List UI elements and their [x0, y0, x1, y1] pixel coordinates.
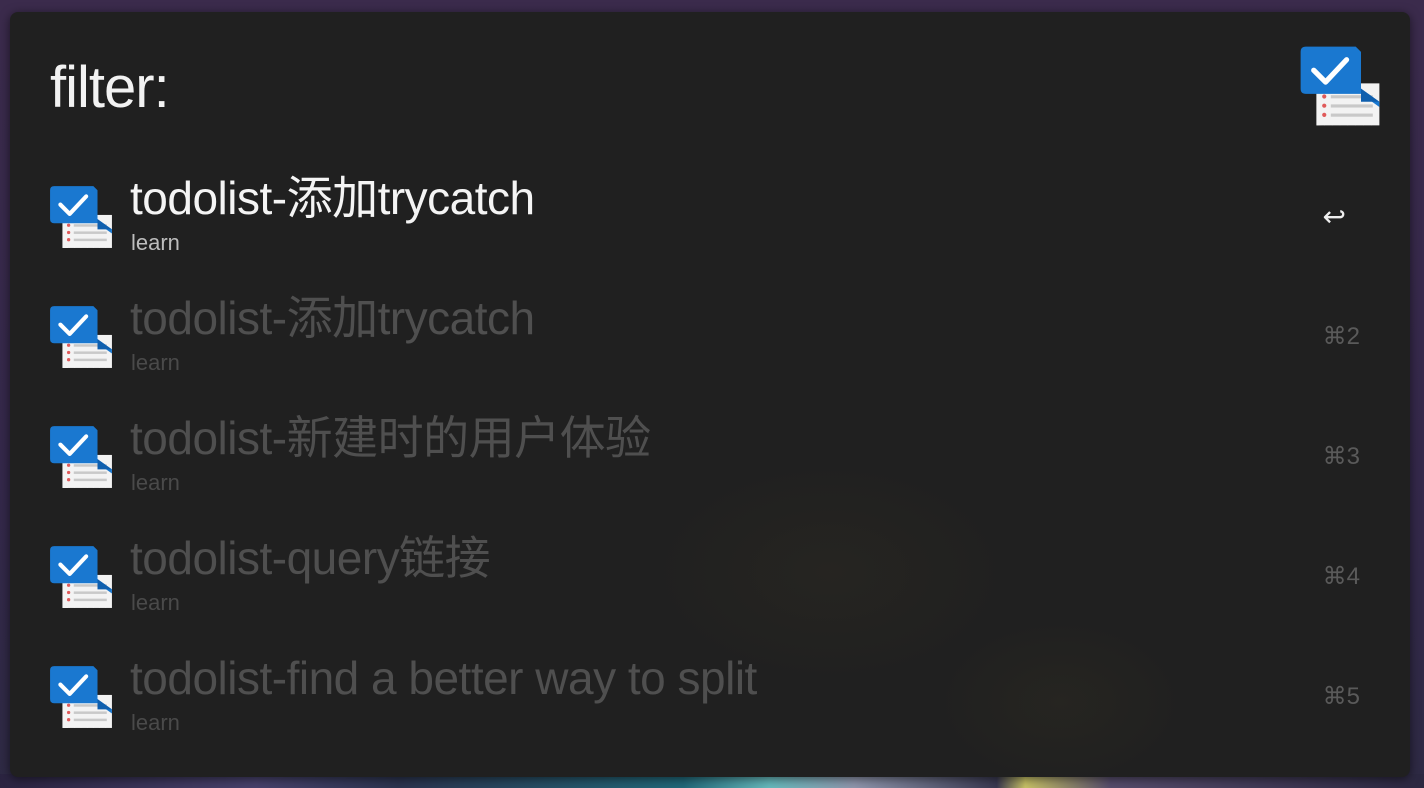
result-subtitle: learn: [131, 710, 180, 735]
todo-checklist-icon: [50, 666, 112, 728]
result-shortcut: ⌘5: [1322, 683, 1360, 710]
todo-checklist-icon: [1300, 46, 1380, 126]
todo-checklist-icon: [50, 546, 112, 608]
result-subtitle: learn: [131, 470, 180, 495]
result-title: todolist-新建时的用户体验: [130, 412, 651, 464]
result-item-5[interactable]: todolist-find a better way to split lear…: [10, 640, 1410, 760]
result-shortcut: ⌘3: [1322, 443, 1360, 470]
result-shortcut: ⌘2: [1322, 323, 1360, 350]
search-input[interactable]: [50, 52, 1150, 122]
result-subtitle: learn: [131, 590, 180, 615]
result-title: todolist-添加trycatch: [130, 292, 535, 344]
result-title: todolist-query链接: [130, 532, 491, 584]
result-item-3[interactable]: todolist-新建时的用户体验 learn ⌘3: [10, 400, 1410, 520]
result-item-2[interactable]: todolist-添加trycatch learn ⌘2: [10, 280, 1410, 400]
result-subtitle: learn: [131, 230, 180, 255]
result-subtitle: learn: [131, 350, 180, 375]
result-title: todolist-添加trycatch: [130, 172, 535, 224]
result-item-1[interactable]: todolist-添加trycatch learn ↩: [10, 160, 1410, 280]
result-shortcut: ⌘4: [1322, 563, 1360, 590]
todo-checklist-icon: [50, 306, 112, 368]
result-title: todolist-find a better way to split: [130, 652, 757, 704]
results-list: todolist-添加trycatch learn ↩ todolist-添加t…: [10, 160, 1410, 760]
todo-checklist-icon: [50, 426, 112, 488]
todo-checklist-icon: [50, 186, 112, 248]
launcher-panel: todolist-添加trycatch learn ↩ todolist-添加t…: [10, 12, 1410, 777]
result-item-4[interactable]: todolist-query链接 learn ⌘4: [10, 520, 1410, 640]
result-shortcut: ↩: [1322, 201, 1346, 232]
